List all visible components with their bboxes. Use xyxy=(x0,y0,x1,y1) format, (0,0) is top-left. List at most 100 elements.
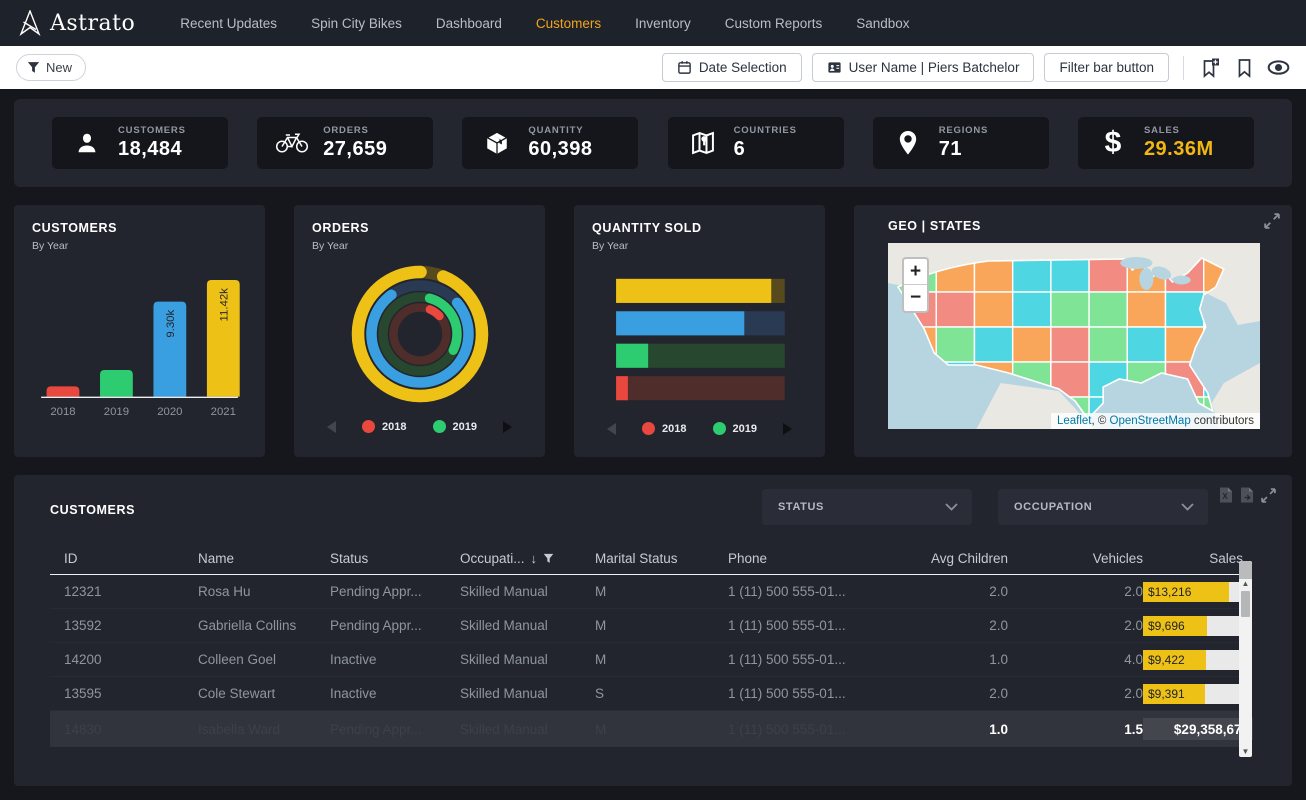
brand[interactable]: Astrato xyxy=(18,10,135,36)
cell-id: 13592 xyxy=(64,618,198,633)
funnel-icon xyxy=(27,61,40,74)
dollar-icon: $ xyxy=(1096,126,1130,160)
map-attribution: Leaflet, © OpenStreetMap contributors xyxy=(1051,413,1260,429)
export-data-icon[interactable] xyxy=(1240,487,1254,503)
kpi-text: REGIONS71 xyxy=(939,125,988,161)
sales-bar: $9,422 xyxy=(1143,650,1243,670)
cell-sales: $9,391 xyxy=(1143,684,1243,704)
orders-donut-chart[interactable] xyxy=(312,254,527,414)
table-row[interactable]: 14200Colleen GoelInactiveSkilled ManualM… xyxy=(50,643,1252,677)
kpi-card-customers: CUSTOMERS18,484 xyxy=(52,117,228,169)
map-icon xyxy=(686,129,720,157)
user-name-button[interactable]: User Name | Piers Batchelor xyxy=(812,53,1035,82)
contact-badge-icon xyxy=(827,60,842,75)
legend-item-2018[interactable]: 2018 xyxy=(642,422,686,435)
table-row[interactable]: 13592Gabriella CollinsPending Appr...Ski… xyxy=(50,609,1252,643)
date-selection-button[interactable]: Date Selection xyxy=(662,53,802,82)
bookmark-add-icon[interactable] xyxy=(1198,56,1222,80)
scroll-down-icon[interactable]: ▼ xyxy=(1242,747,1250,757)
kpi-label: REGIONS xyxy=(939,125,988,136)
nav-item-custom-reports[interactable]: Custom Reports xyxy=(708,0,840,46)
nav-item-recent-updates[interactable]: Recent Updates xyxy=(163,0,294,46)
sales-bar: $9,391 xyxy=(1143,684,1243,704)
legend-prev-icon[interactable] xyxy=(327,421,336,433)
dashboard-main: CUSTOMERS18,484 ORDERS 27,659 QUANTITY60,39… xyxy=(0,89,1306,786)
column-header-name[interactable]: Name xyxy=(198,551,330,566)
legend-dot xyxy=(642,422,655,435)
legend-item-2019[interactable]: 2019 xyxy=(433,420,477,433)
table-row[interactable]: 12321Rosa HuPending Appr...Skilled Manua… xyxy=(50,575,1252,609)
kpi-label: SALES xyxy=(1144,125,1214,136)
chart-title: ORDERS xyxy=(312,221,527,235)
eye-icon[interactable] xyxy=(1266,56,1290,80)
leaflet-map[interactable]: + − Leaflet, © OpenStreetMap contributor… xyxy=(888,243,1260,429)
kpi-card-regions: REGIONS71 xyxy=(873,117,1049,169)
svg-text:9.30k: 9.30k xyxy=(165,309,177,337)
column-header-sales[interactable]: Sales xyxy=(1143,551,1243,566)
expand-icon[interactable] xyxy=(1261,488,1276,503)
scrollbar-thumb[interactable] xyxy=(1241,591,1250,617)
column-header-id[interactable]: ID xyxy=(64,551,198,566)
cell-sales: $9,696 xyxy=(1143,616,1243,636)
sort-desc-icon[interactable]: ↓ xyxy=(531,551,538,566)
column-header-phone[interactable]: Phone xyxy=(728,551,883,566)
table-scrollbar[interactable]: ▲ ▼ xyxy=(1239,561,1252,757)
customers-bar-chart[interactable]: 9.30k11.42k2018201920202021 xyxy=(32,252,247,430)
sales-value: $13,216 xyxy=(1148,582,1191,602)
us-states-map[interactable] xyxy=(888,243,1260,429)
kpi-text: COUNTRIES6 xyxy=(734,125,797,161)
cell-marital: S xyxy=(595,686,728,701)
cell-vehicles: 2.0 xyxy=(1008,686,1143,701)
osm-link[interactable]: OpenStreetMap xyxy=(1110,415,1191,427)
chart-title: CUSTOMERS xyxy=(32,221,247,235)
total-vehicles: 1.5 xyxy=(1008,722,1143,737)
bookmark-icon[interactable] xyxy=(1232,56,1256,80)
kpi-value: 60,398 xyxy=(528,138,592,161)
geo-states-card: GEO | STATES + − Leaflet, © OpenStreetMa… xyxy=(854,205,1292,457)
legend-next-icon[interactable] xyxy=(783,423,792,435)
column-header-avg-children[interactable]: Avg Children xyxy=(883,551,1008,566)
customers-chart-card: CUSTOMERS By Year 9.30k11.42k20182019202… xyxy=(14,205,265,457)
column-label: Phone xyxy=(728,551,767,566)
total-avg-children: 1.0 xyxy=(883,722,1008,737)
legend-item-2019[interactable]: 2019 xyxy=(713,422,757,435)
svg-text:2021: 2021 xyxy=(211,406,236,418)
cell-occupation: Skilled Manual xyxy=(460,652,595,667)
kpi-value: 27,659 xyxy=(323,138,387,161)
column-header-status[interactable]: Status xyxy=(330,551,460,566)
nav-item-sandbox[interactable]: Sandbox xyxy=(839,0,926,46)
calendar-icon xyxy=(677,60,692,75)
legend-item-2018[interactable]: 2018 xyxy=(362,420,406,433)
excel-export-icon[interactable]: X xyxy=(1219,487,1233,503)
faded-cell: 1 (11) 500 555-01... xyxy=(728,722,883,737)
nav-item-spin-city-bikes[interactable]: Spin City Bikes xyxy=(294,0,419,46)
zoom-in-button[interactable]: + xyxy=(904,259,927,285)
column-header-vehicles[interactable]: Vehicles xyxy=(1008,551,1143,566)
column-header-occupati[interactable]: Occupati...↓ xyxy=(460,551,595,566)
filter-dropdown-status[interactable]: STATUS xyxy=(762,489,972,525)
table-row[interactable]: 13595Cole StewartInactiveSkilled ManualS… xyxy=(50,677,1252,711)
kpi-text: QUANTITY60,398 xyxy=(528,125,592,161)
legend-prev-icon[interactable] xyxy=(607,423,616,435)
legend-next-icon[interactable] xyxy=(503,421,512,433)
column-label: Avg Children xyxy=(931,551,1008,566)
zoom-out-button[interactable]: − xyxy=(904,285,927,311)
cell-marital: M xyxy=(595,618,728,633)
filter-dropdown-occupation[interactable]: OCCUPATION xyxy=(998,489,1208,525)
nav-item-inventory[interactable]: Inventory xyxy=(618,0,708,46)
nav-item-dashboard[interactable]: Dashboard xyxy=(419,0,519,46)
toolbar-right: Date Selection User Name | Piers Batchel… xyxy=(662,53,1290,82)
column-label: Sales xyxy=(1209,551,1243,566)
cell-sales: $13,216 xyxy=(1143,582,1243,602)
leaflet-link[interactable]: Leaflet xyxy=(1057,415,1092,427)
column-header-marital-status[interactable]: Marital Status xyxy=(595,551,728,566)
nav-item-customers[interactable]: Customers xyxy=(519,0,618,46)
filter-bar-button[interactable]: Filter bar button xyxy=(1044,53,1169,82)
new-filter-button[interactable]: New xyxy=(16,54,86,81)
scroll-up-icon[interactable]: ▲ xyxy=(1242,579,1250,589)
cell-occupation: Skilled Manual xyxy=(460,618,595,633)
column-funnel-icon[interactable] xyxy=(543,553,554,564)
cell-vehicles: 4.0 xyxy=(1008,652,1143,667)
expand-icon[interactable] xyxy=(1264,213,1280,229)
quantity-hbar-chart[interactable] xyxy=(592,274,807,406)
